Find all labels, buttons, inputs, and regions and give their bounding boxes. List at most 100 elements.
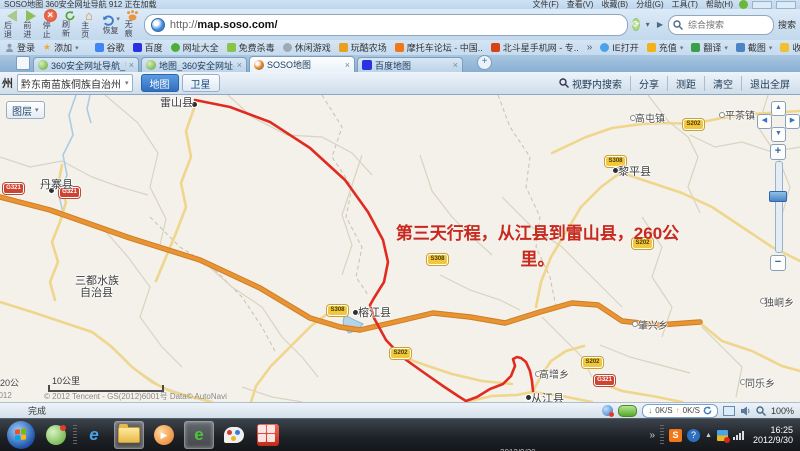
baidu-favicon — [362, 60, 372, 70]
taskbar-app-media-player[interactable]: ▶ — [150, 422, 178, 448]
stop-button[interactable]: × 停止 — [43, 10, 58, 39]
tray-overflow-chevron[interactable]: » — [649, 430, 655, 441]
tray-clock[interactable]: 16:25 2012/9/30 — [753, 425, 793, 446]
taskbar-app-360-browser[interactable]: e — [184, 421, 214, 449]
login-button[interactable]: 登录 — [5, 41, 35, 54]
tab-baidu-map[interactable]: 百度地图 × — [357, 57, 463, 72]
restore-button[interactable]: ▾ 恢复 — [101, 10, 121, 39]
sogou-input-icon[interactable]: S — [669, 429, 682, 442]
open-in-ie-button[interactable]: IE打开 — [600, 41, 639, 54]
taskbar-app-ie[interactable]: e — [80, 422, 108, 448]
bookmark-item[interactable]: 谷歌 — [95, 41, 125, 54]
speaker-icon[interactable] — [740, 406, 751, 416]
pan-up-button[interactable]: ▲ — [771, 101, 786, 116]
tab-map-nav[interactable]: 地图_360安全网址导航 × — [141, 57, 247, 72]
menu-favorites[interactable]: 收藏(B) — [601, 0, 628, 9]
new-tab-button[interactable]: + — [477, 55, 492, 70]
tab-360-nav[interactable]: 360安全网址导航_安全... × — [33, 57, 139, 72]
bookmark-item[interactable]: 玩酷农场 — [339, 41, 387, 54]
screenshot-button[interactable]: 截图▾ — [736, 41, 773, 54]
taskbar-app-reader[interactable] — [254, 422, 282, 448]
speedup-ball-icon[interactable] — [618, 405, 637, 417]
close-icon[interactable]: × — [345, 60, 350, 70]
clear-button[interactable]: 清空 — [704, 76, 741, 91]
go-icon[interactable]: ▶ — [656, 18, 664, 32]
bookmark-item[interactable]: 北斗星手机网 - 专.. — [491, 41, 579, 54]
map-viewport[interactable]: G321 G321 G321 S308 S308 S308 S202 S202 … — [0, 95, 800, 402]
help-tray-icon[interactable]: ? — [687, 429, 700, 442]
add-bookmark-button[interactable]: ★ 添加 ▾ — [43, 41, 79, 54]
translate-button[interactable]: 翻译▾ — [691, 41, 728, 54]
menu-file[interactable]: 文件(F) — [533, 0, 559, 9]
google-icon — [95, 43, 104, 52]
star-icon: ★ — [43, 42, 51, 53]
road-shield: G321 — [595, 376, 614, 385]
back-button[interactable]: 后退 — [4, 10, 19, 39]
exit-fullscreen-button[interactable]: 退出全屏 — [741, 76, 798, 91]
bookmarks-overflow-chevron[interactable]: » — [587, 42, 593, 53]
incognito-button[interactable]: 无痕 — [125, 10, 140, 39]
layer-button[interactable]: 图层 ▾ — [6, 101, 45, 119]
zoom-out-button[interactable]: − — [770, 255, 786, 271]
network-speed-indicator[interactable]: ↓ 0K/S ↑ 0K/S — [642, 404, 718, 418]
taskbar-app-360[interactable] — [42, 422, 70, 448]
bookmark-item[interactable]: 休闲游戏 — [283, 41, 331, 54]
tab-soso-map[interactable]: SOSO地图 × — [249, 56, 355, 72]
map-mode-button[interactable]: 地图 — [141, 74, 179, 92]
measure-button[interactable]: 测距 — [667, 76, 704, 91]
window-icon[interactable] — [723, 406, 735, 416]
zoom-slider-track[interactable] — [775, 161, 783, 253]
pan-left-button[interactable]: ◀ — [757, 114, 772, 129]
refresh-page-icon[interactable]: ⟳ — [632, 18, 640, 31]
save-article-button[interactable]: 收藏正文▾ — [780, 41, 800, 54]
network-signal-icon[interactable] — [733, 431, 744, 440]
search-in-view-button[interactable]: 视野内搜索 — [551, 76, 630, 91]
page-zoom-level[interactable]: 100% — [771, 406, 794, 416]
address-dropdown-icon[interactable]: ▾ — [644, 18, 652, 32]
search-box[interactable] — [668, 15, 774, 35]
window-control-button[interactable] — [752, 1, 772, 9]
pan-right-button[interactable]: ▶ — [785, 114, 800, 129]
search-input[interactable] — [686, 19, 760, 31]
forward-button[interactable]: 前进 — [23, 10, 38, 39]
menu-view[interactable]: 查看(V) — [567, 0, 594, 9]
close-icon[interactable]: × — [129, 60, 134, 70]
zoom-in-button[interactable]: + — [770, 144, 786, 160]
bookmark-item[interactable]: 免费杀毒 — [227, 41, 275, 54]
satellite-mode-button[interactable]: 卫星 — [182, 74, 220, 92]
proxy-globe-icon[interactable] — [602, 405, 613, 416]
map-label-liping: 黎平县 — [618, 163, 651, 179]
zoom-slider-handle[interactable] — [769, 191, 787, 202]
window-control-button[interactable] — [776, 1, 796, 9]
taskbar-app-explorer[interactable] — [114, 421, 144, 449]
360-favicon — [146, 60, 156, 70]
title-bar: SOSO地图 360安全网址导航 912 正在加载 文件(F) 查看(V) 收藏… — [0, 0, 800, 9]
taskbar-app-paint[interactable] — [220, 422, 248, 448]
close-icon[interactable]: × — [453, 60, 458, 70]
address-bar[interactable]: http://map.soso.com/ — [144, 14, 628, 36]
tray-expand-icon[interactable]: ▲ — [705, 432, 712, 439]
bookmark-item[interactable]: 摩托车论坛 - 中国.. — [395, 41, 483, 54]
recharge-button[interactable]: 充值▾ — [647, 41, 684, 54]
skin-icon[interactable] — [739, 0, 748, 9]
chevron-down-icon[interactable]: ▾ — [116, 16, 120, 24]
bookmark-item[interactable]: 网址大全 — [171, 41, 219, 54]
status-bar: 完成 ↓ 0K/S ↑ 0K/S 100% — [0, 402, 800, 418]
menu-groups[interactable]: 分组(G) — [636, 0, 664, 9]
page-zoom-icon[interactable] — [756, 406, 766, 416]
chevron-down-icon: ▾ — [35, 106, 39, 114]
home-button[interactable]: ⌂ 主页 — [81, 10, 96, 39]
start-button[interactable] — [7, 421, 35, 449]
pan-down-button[interactable]: ▼ — [771, 127, 786, 142]
bookmark-item[interactable]: 百度 — [133, 41, 163, 54]
menu-tools[interactable]: 工具(T) — [672, 0, 698, 9]
refresh-button[interactable]: 刷新 — [62, 10, 77, 39]
share-button[interactable]: 分享 — [630, 76, 667, 91]
search-button[interactable]: 搜索 — [778, 18, 796, 31]
site-nav-icon — [171, 43, 180, 52]
show-desktop-button[interactable] — [16, 56, 30, 70]
region-select[interactable]: 黔东南苗族侗族自治州 ▾ — [17, 74, 133, 92]
action-center-flag-icon[interactable] — [717, 430, 728, 441]
close-icon[interactable]: × — [237, 60, 242, 70]
menu-help[interactable]: 帮助(H) — [706, 0, 733, 9]
